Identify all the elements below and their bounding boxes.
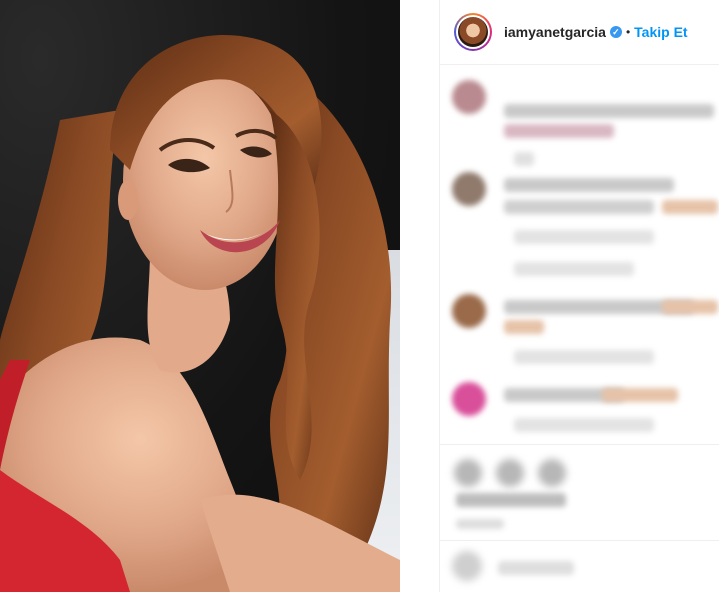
comment-meta-blurred: [514, 418, 654, 432]
username[interactable]: iamyanetgarcia: [504, 24, 606, 40]
comment-emoji-blurred: [504, 320, 544, 334]
separator-dot: •: [625, 25, 631, 39]
comment-text-blurred: [504, 124, 614, 138]
comment-emoji-blurred: [662, 300, 718, 314]
comment-meta-blurred: [514, 350, 654, 364]
post-header: iamyanetgarcia ✓ • Takip Et: [440, 0, 719, 65]
avatar-inner: [456, 15, 490, 49]
comment-avatar[interactable]: [452, 382, 486, 416]
comments-list: [440, 66, 719, 444]
comment-text-blurred: [504, 178, 674, 192]
panel-gap: [400, 0, 440, 592]
comment-avatar[interactable]: [452, 294, 486, 328]
post-side-panel: iamyanetgarcia ✓ • Takip Et: [439, 0, 719, 592]
comment-meta-blurred: [514, 152, 534, 166]
share-icon[interactable]: [538, 459, 566, 487]
avatar-image: [458, 17, 488, 47]
emoji-icon[interactable]: [452, 551, 482, 581]
comment-avatar[interactable]: [452, 172, 486, 206]
portrait-illustration: [0, 34, 400, 592]
comment-icon[interactable]: [496, 459, 524, 487]
view-replies-blurred[interactable]: [514, 262, 634, 276]
avatar[interactable]: [454, 13, 492, 51]
like-icon[interactable]: [454, 459, 482, 487]
comment-text-blurred: [504, 104, 714, 118]
comment-text-blurred: [504, 200, 654, 214]
add-comment-input-blurred[interactable]: [498, 561, 574, 575]
post-actions: [440, 444, 719, 540]
post-date-blurred: [456, 519, 504, 529]
comment-avatar[interactable]: [452, 80, 486, 114]
comment-emoji-blurred: [602, 388, 678, 402]
follow-button[interactable]: Takip Et: [634, 24, 687, 40]
post-photo[interactable]: [0, 0, 400, 592]
add-comment-bar: [440, 540, 719, 592]
verified-icon: ✓: [609, 26, 622, 38]
comment-emoji-blurred: [662, 200, 718, 214]
comment-meta-blurred: [514, 230, 654, 244]
likes-count-blurred[interactable]: [456, 493, 566, 507]
